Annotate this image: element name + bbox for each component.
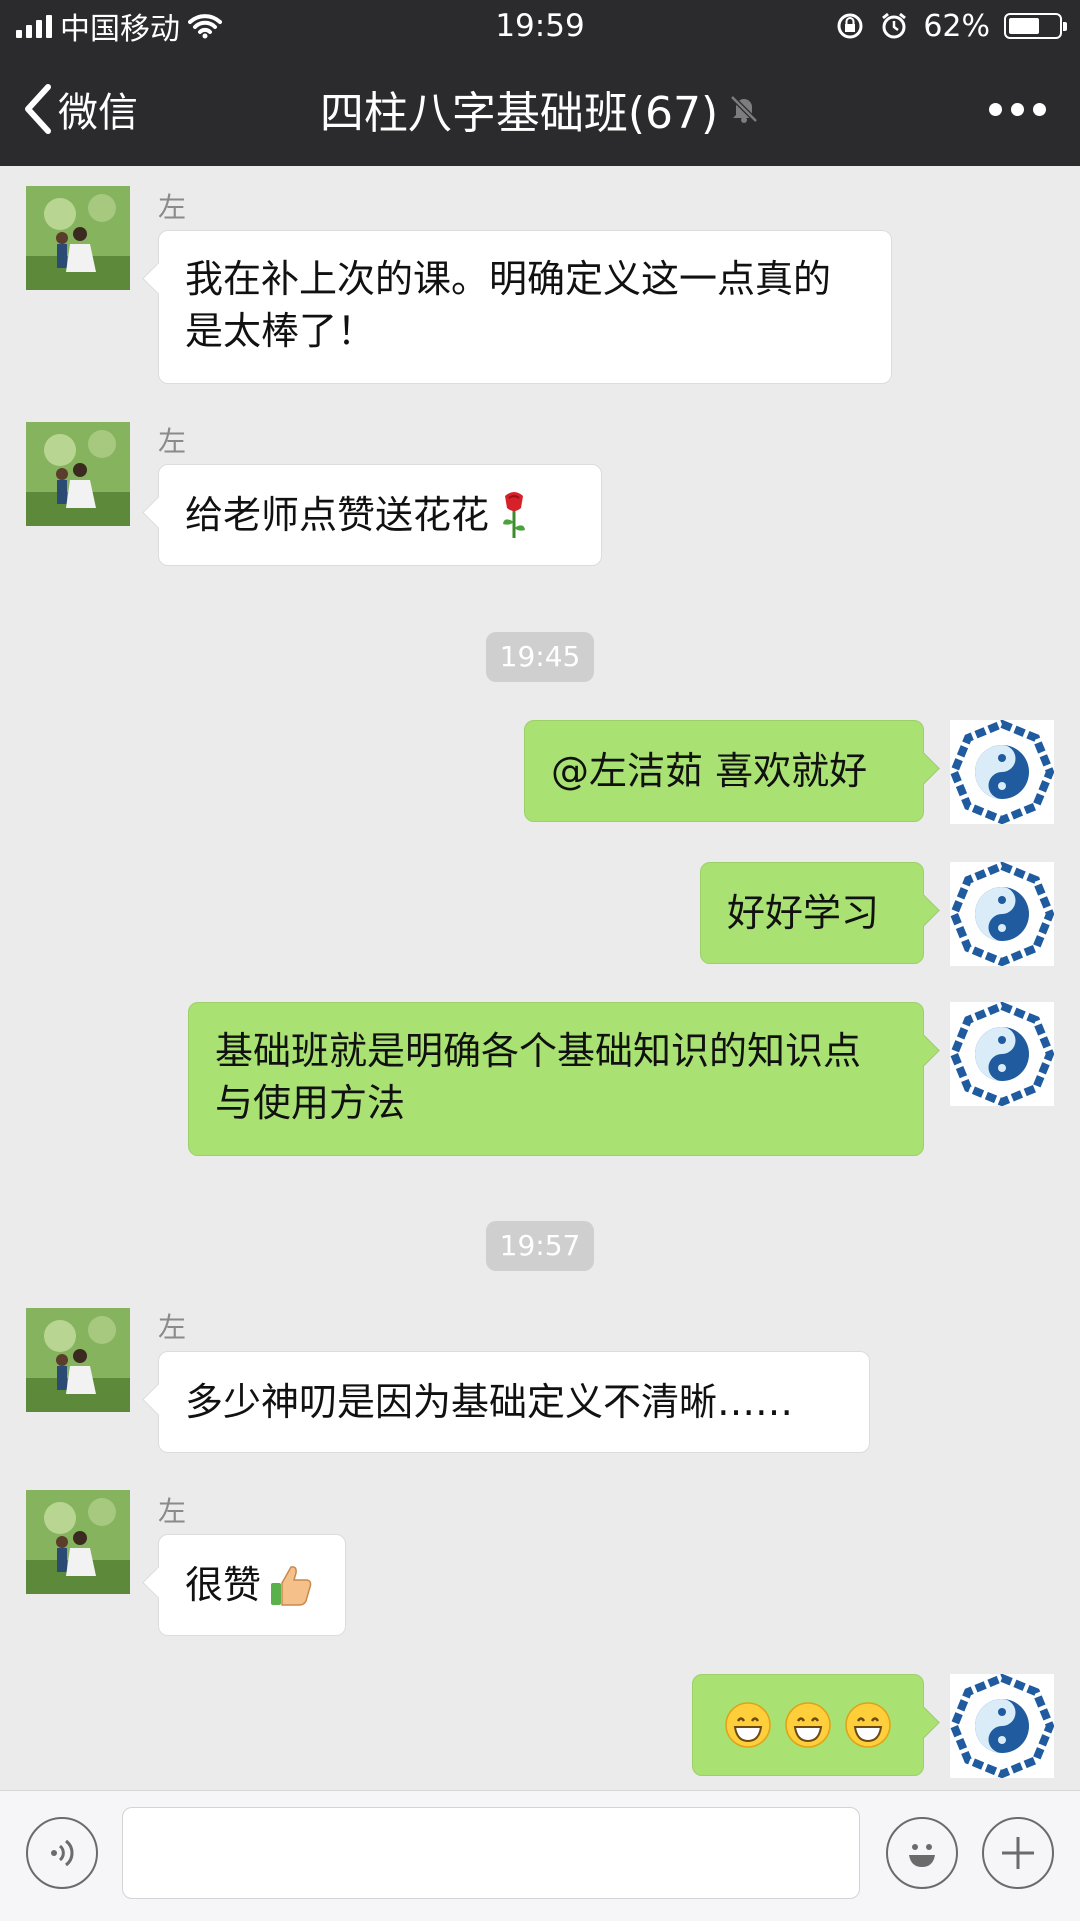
timestamp-chip: 19:57	[486, 1221, 594, 1271]
plus-button[interactable]	[982, 1817, 1054, 1889]
chat-title-area: 四柱八字基础班(67)	[0, 52, 1080, 166]
message-text: @左洁茹 喜欢就好	[551, 749, 868, 793]
message-text: 多少神叨是因为基础定义不清晰……	[185, 1380, 794, 1424]
emoji-face-icon	[909, 1844, 935, 1867]
status-bar: 中国移动 19:59 62%	[0, 0, 1080, 52]
plus-icon	[1002, 1837, 1034, 1869]
message-bubble[interactable]: 好好学习	[700, 862, 924, 964]
message-text: 很赞	[185, 1563, 262, 1607]
my-avatar[interactable]	[950, 720, 1054, 824]
message-bubble[interactable]: 多少神叨是因为基础定义不清晰……	[158, 1351, 870, 1453]
message-bubble[interactable]: 很赞	[158, 1534, 346, 1636]
battery-icon	[1004, 13, 1067, 39]
battery-percent: 62%	[923, 8, 990, 44]
message-text: 我在补上次的课。明确定义这一点真的是太棒了！	[185, 257, 832, 353]
battery-fill	[1009, 18, 1039, 34]
grinning-face-icon	[845, 1702, 891, 1748]
mute-bell-icon	[730, 95, 758, 123]
contact-avatar[interactable]	[26, 422, 130, 526]
my-avatar[interactable]	[950, 1674, 1054, 1778]
rotation-lock-icon	[837, 13, 863, 39]
message-input[interactable]	[122, 1807, 860, 1899]
more-icon	[989, 102, 1002, 116]
voice-button[interactable]	[26, 1817, 98, 1889]
status-right: 62%	[835, 0, 1067, 52]
my-avatar[interactable]	[950, 1002, 1054, 1106]
rose-emoji-icon	[503, 492, 526, 538]
message-text: 给老师点赞送花花	[185, 493, 490, 537]
message-text: 基础班就是明确各个基础知识的知识点与使用方法	[215, 1029, 862, 1125]
message-bubble[interactable]: 给老师点赞送花花	[158, 464, 602, 566]
timestamp-chip: 19:45	[486, 632, 594, 682]
chat-title: 四柱八字基础班(67)	[319, 88, 719, 139]
message-bubble[interactable]	[692, 1674, 924, 1776]
message-bubble[interactable]: 我在补上次的课。明确定义这一点真的是太棒了！	[158, 230, 892, 384]
message-text: 好好学习	[727, 891, 880, 935]
voice-icon	[51, 1839, 74, 1867]
alarm-icon	[882, 12, 907, 39]
grinning-face-icon	[725, 1702, 771, 1748]
contact-avatar[interactable]	[26, 186, 130, 290]
contact-avatar[interactable]	[26, 1490, 130, 1594]
message-bubble[interactable]: @左洁茹 喜欢就好	[524, 720, 924, 822]
more-button[interactable]	[989, 52, 1046, 166]
thumbs-up-emoji-icon	[271, 1566, 312, 1606]
nav-bar: 微信 四柱八字基础班(67)	[0, 52, 1080, 166]
contact-avatar[interactable]	[26, 1308, 130, 1412]
input-bar	[0, 1790, 1080, 1921]
my-avatar[interactable]	[950, 862, 1054, 966]
message-bubble[interactable]: 基础班就是明确各个基础知识的知识点与使用方法	[188, 1002, 924, 1156]
emoji-button[interactable]	[886, 1817, 958, 1889]
grinning-face-icon	[785, 1702, 831, 1748]
